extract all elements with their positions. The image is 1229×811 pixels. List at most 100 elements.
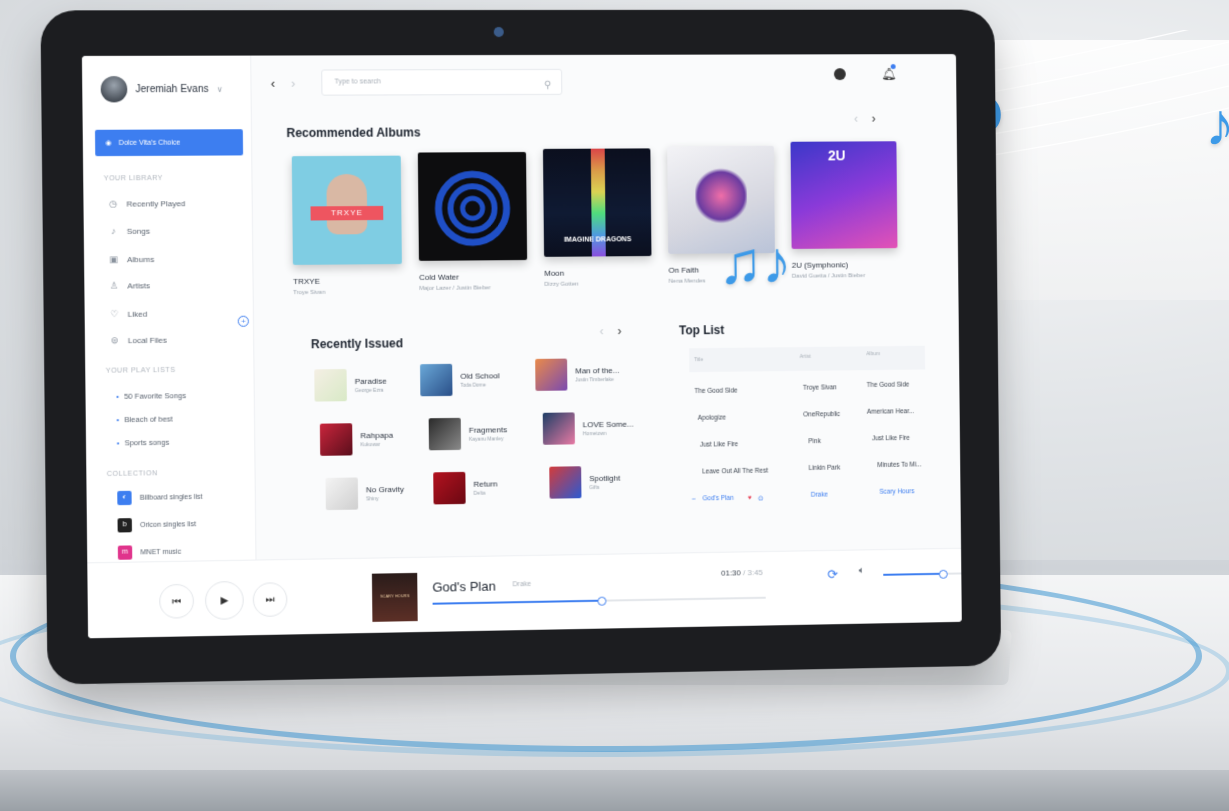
skip-back-icon: ⏮︎ xyxy=(171,595,182,607)
toplist-cell[interactable]: The Good Side xyxy=(694,388,737,395)
recent-item-title: LOVE Some... xyxy=(582,419,634,429)
recommended-next-button[interactable]: › xyxy=(872,112,876,126)
album-artist: Troye Sivan xyxy=(293,289,326,297)
heart-icon[interactable]: ♥ xyxy=(748,495,752,502)
toplist-cell[interactable]: Pink xyxy=(808,438,820,445)
collection-item[interactable]: m MNET music xyxy=(117,545,181,560)
recent-item-artist: Kayanu Manley xyxy=(468,435,504,443)
sidebar: Jeremiah Evans ∨ ◉ Dolce Vita's Choice Y… xyxy=(81,55,257,563)
now-playing-artist: Drake xyxy=(512,580,532,589)
recent-item-title: Fragments xyxy=(468,424,508,435)
toplist-cell[interactable]: The Good Side xyxy=(867,382,910,389)
volume-handle[interactable] xyxy=(938,569,948,579)
album-cover: 2U xyxy=(790,141,898,249)
album-cover-text: TRXYE xyxy=(310,205,384,221)
album-card[interactable]: TRXYE TRXYE Troye Sivan xyxy=(291,155,402,297)
playlist-item[interactable]: Bleach of best xyxy=(116,414,173,424)
sidebar-item-artists[interactable]: ♙ Artists xyxy=(109,280,150,291)
collection-item[interactable]: b Oricon singles list xyxy=(117,517,197,533)
progress-handle[interactable] xyxy=(596,596,606,606)
music-note-icon: ♪ xyxy=(1205,91,1229,158)
collection-item[interactable]: ◐ Billboard singles list xyxy=(117,490,202,506)
recent-item-title: Man of the... xyxy=(575,365,620,375)
more-icon[interactable]: ⊙ xyxy=(758,494,763,502)
sidebar-item-label: Artists xyxy=(127,281,151,291)
toplist-cell[interactable]: American Hear... xyxy=(867,408,914,416)
recent-next-button[interactable]: › xyxy=(617,324,621,338)
forward-button[interactable]: › xyxy=(291,76,296,91)
recent-item[interactable]: LOVE Some... Hometown xyxy=(542,412,634,445)
toplist-cell[interactable]: Minutes To Mi... xyxy=(877,461,921,469)
sidebar-item-liked[interactable]: ♡ Liked xyxy=(109,309,147,320)
toplist-cell[interactable]: Just Like Fire xyxy=(872,435,910,442)
recent-item[interactable]: Spotlight Gifts xyxy=(549,466,620,499)
toplist-cell[interactable]: Leave Out All The Rest xyxy=(702,468,768,476)
back-button[interactable]: ‹ xyxy=(271,76,276,91)
playlist-item[interactable]: Sports songs xyxy=(117,438,169,448)
recent-item[interactable]: Old School Toda Dome xyxy=(420,363,500,397)
next-button[interactable]: ⏭︎ xyxy=(252,582,288,618)
repeat-icon[interactable]: ⟳ xyxy=(827,567,838,583)
progress-fill xyxy=(432,599,600,605)
sidebar-item-recently-played[interactable]: ◷ Recently Played xyxy=(108,198,186,210)
recent-thumb xyxy=(535,358,568,391)
now-playing-cover: SCARY HOURS xyxy=(371,572,418,622)
player-bar: ⏮︎ ▶ ⏭︎ SCARY HOURS God's Plan Drake 01:… xyxy=(87,547,962,639)
album-card[interactable]: Cold Water Major Lazer / Justin Bieber xyxy=(417,151,528,292)
toplist-cell[interactable]: Linkin Park xyxy=(809,465,841,472)
play-button[interactable]: ▶ xyxy=(204,580,244,620)
playlist-item[interactable]: 50 Favorite Songs xyxy=(116,391,186,401)
recent-item-title: Paradise xyxy=(354,376,387,386)
recent-item-artist: Kukuwar xyxy=(360,441,381,448)
album-card[interactable]: IMAGINE DRAGONS Moon Dizzy Gotten xyxy=(542,148,652,288)
recent-thumb xyxy=(314,369,347,402)
toplist-cell[interactable]: Drake xyxy=(811,492,828,499)
sidebar-item-albums[interactable]: ▣ Albums xyxy=(109,254,155,265)
notification-dot xyxy=(890,64,896,70)
library-header: YOUR LIBRARY xyxy=(103,175,163,183)
volume-icon[interactable]: 🔈︎ xyxy=(859,565,865,576)
now-playing-title: God's Plan xyxy=(432,578,496,595)
sidebar-item-choice[interactable]: ◉ Dolce Vita's Choice xyxy=(94,129,244,157)
toplist-col-album: Album xyxy=(866,351,881,358)
recommended-prev-button[interactable]: ‹ xyxy=(854,112,858,126)
user-menu[interactable]: Jeremiah Evans ∨ xyxy=(100,76,223,103)
album-card[interactable]: 2U 2U (Symphonic) David Guetta / Justin … xyxy=(790,141,898,280)
recent-item[interactable]: Man of the... Justin Timberlake xyxy=(535,358,619,391)
recent-item-title: No Gravity xyxy=(365,484,405,494)
toplist-cell[interactable]: Scary Hours xyxy=(879,488,914,495)
sidebar-item-local-files[interactable]: ⊜ Local Files xyxy=(109,335,167,347)
add-playlist-button[interactable]: + xyxy=(237,315,249,327)
recent-thumb xyxy=(542,412,575,445)
toplist-cell[interactable]: God's Plan xyxy=(702,495,733,502)
sidebar-item-label: Albums xyxy=(127,254,155,265)
disc-icon: ◉ xyxy=(105,139,112,147)
album-title: Cold Water xyxy=(419,272,460,282)
recent-item-artist: Gifts xyxy=(589,484,600,491)
recent-item[interactable]: Return Delta xyxy=(433,471,498,505)
avatar xyxy=(100,76,128,103)
progress-bar[interactable] xyxy=(432,596,766,606)
recent-prev-button[interactable]: ‹ xyxy=(600,324,604,338)
recent-item[interactable]: No Gravity Shiny xyxy=(325,477,405,511)
album-cover xyxy=(417,151,528,261)
settings-icon[interactable] xyxy=(833,68,846,81)
toplist-cell[interactable]: Troye Sivan xyxy=(803,384,837,391)
sidebar-item-songs[interactable]: ♪ Songs xyxy=(108,226,150,236)
user-name: Jeremiah Evans xyxy=(135,83,209,95)
time-display: 01:30 / 3:45 xyxy=(721,567,763,578)
search-input[interactable]: Type to search ⚲ xyxy=(321,68,563,96)
recent-thumb xyxy=(549,466,582,499)
volume-slider[interactable] xyxy=(883,569,962,579)
toplist-cell[interactable]: OneRepublic xyxy=(803,411,840,418)
recent-item[interactable]: Paradise George Ezra xyxy=(314,369,387,402)
recent-item[interactable]: Rahpapa Kukuwar xyxy=(319,423,393,456)
toplist-cell[interactable]: Just Like Fire xyxy=(700,441,738,448)
app-screen: Jeremiah Evans ∨ ◉ Dolce Vita's Choice Y… xyxy=(81,54,962,639)
tablet-device: Jeremiah Evans ∨ ◉ Dolce Vita's Choice Y… xyxy=(40,9,1002,685)
album-title: TRXYE xyxy=(293,276,321,287)
recent-item[interactable]: Fragments Kayanu Manley xyxy=(428,417,508,451)
bell-icon[interactable]: 🔔︎ xyxy=(881,67,896,81)
toplist-cell[interactable]: Apologize xyxy=(698,414,726,421)
previous-button[interactable]: ⏮︎ xyxy=(159,583,195,619)
